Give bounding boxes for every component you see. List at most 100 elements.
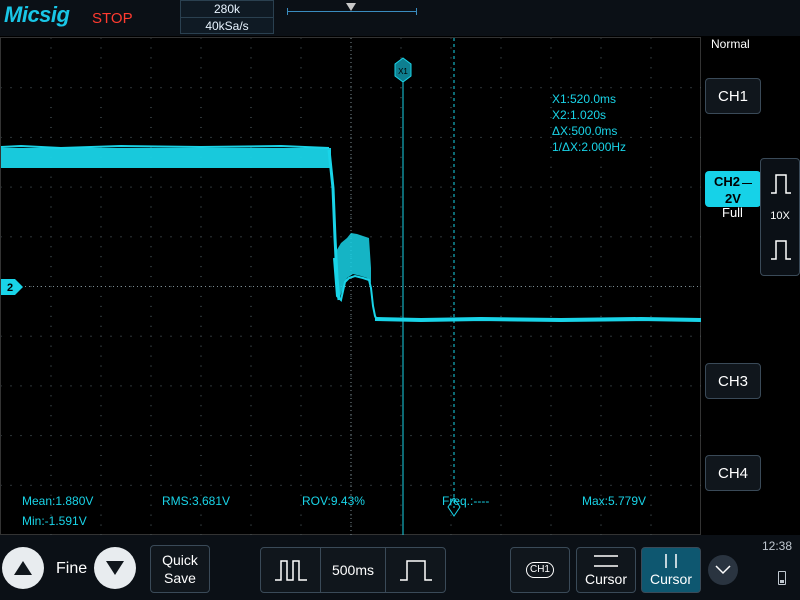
grid-dot: [50, 266, 52, 268]
grid-dot: [50, 375, 52, 377]
grid-dot: [400, 335, 402, 337]
cursor-source-button[interactable]: CH1: [510, 547, 570, 593]
grid-dot: [530, 87, 532, 89]
grid-dot: [100, 385, 102, 387]
grid-dot: [550, 454, 552, 456]
grid-dot: [50, 67, 52, 69]
grid-dot: [210, 335, 212, 337]
grid-dot: [650, 454, 652, 456]
grid-dot: [650, 286, 652, 287]
timebase-value[interactable]: 500ms: [321, 548, 385, 592]
waveform-display[interactable]: X1 2 X1:520.0ms X2:1.020s ΔX:500.0ms 1/Δ…: [0, 37, 701, 535]
trigger-mode[interactable]: Normal: [711, 37, 750, 51]
grid-dot: [570, 87, 572, 89]
grid-dot: [550, 335, 552, 337]
grid-dot: [410, 484, 412, 486]
grid-dot: [600, 236, 602, 238]
grid-dot: [500, 196, 502, 198]
fine-label[interactable]: Fine: [56, 560, 87, 578]
grid-dot: [650, 216, 652, 218]
grid-dot: [250, 117, 252, 119]
vertical-cursor-button[interactable]: Cursor: [641, 547, 701, 593]
grid-dot: [500, 335, 502, 337]
grid-dot: [230, 286, 232, 287]
grid-dot: [140, 484, 142, 486]
grid-dot: [550, 216, 552, 218]
channel1-button[interactable]: CH1: [705, 78, 761, 114]
grid-dot: [1, 335, 2, 337]
rising-edge-icon[interactable]: [770, 173, 792, 195]
grid-dot: [440, 136, 442, 138]
grid-dot: [650, 126, 652, 128]
grid-dot: [100, 67, 102, 69]
grid-dot: [330, 335, 332, 337]
grid-dot: [220, 236, 222, 238]
memory-timeline[interactable]: [287, 3, 417, 15]
timebase-decrease-button[interactable]: [261, 548, 321, 592]
grid-dot: [310, 186, 312, 188]
grid-dot: [640, 136, 642, 138]
grid-dot: [570, 186, 572, 188]
grid-dot: [670, 236, 672, 238]
grid-dot: [670, 335, 672, 337]
grid-dot: [250, 38, 252, 39]
up-button[interactable]: [2, 547, 44, 589]
acquisition-info[interactable]: 280k 40kSa/s: [180, 0, 274, 34]
grid-dot: [500, 504, 502, 506]
grid-dot: [690, 136, 692, 138]
falling-edge-icon[interactable]: [770, 239, 792, 261]
collapse-menu-button[interactable]: [708, 555, 738, 585]
grid-dot: [500, 226, 502, 228]
grid-dot: [630, 484, 632, 486]
grid-dot: [270, 87, 272, 89]
probe-ratio[interactable]: 10X: [761, 210, 799, 222]
grid-dot: [590, 385, 592, 387]
grid-dot: [160, 335, 162, 337]
grid-dot: [500, 206, 502, 208]
grid-dot: [600, 365, 602, 367]
grid-dot: [650, 484, 652, 486]
grid-dot: [90, 484, 92, 486]
channel2-button[interactable]: CH2— 2V: [705, 171, 761, 207]
grid-dot: [250, 494, 252, 496]
grid-dot: [200, 325, 202, 327]
timebase-increase-button[interactable]: [385, 548, 445, 592]
grid-dot: [230, 186, 232, 188]
grid-dot: [490, 136, 492, 138]
horizontal-cursor-button[interactable]: Cursor: [576, 547, 636, 593]
down-button[interactable]: [94, 547, 136, 589]
grid-dot: [500, 494, 502, 496]
grid-dot: [220, 335, 222, 337]
grid-dot: [500, 325, 502, 327]
grid-dot: [570, 236, 572, 238]
grid-dot: [560, 186, 562, 188]
grid-dot: [110, 87, 112, 89]
grid-dot: [640, 484, 642, 486]
grid-dot: [290, 286, 292, 287]
quick-save-button[interactable]: Quick Save: [150, 545, 210, 593]
grid-dot: [250, 435, 252, 437]
grid-dot: [530, 186, 532, 188]
grid-dot: [580, 435, 582, 437]
grid-dot: [510, 484, 512, 486]
grid-dot: [400, 97, 402, 99]
grid-dot: [550, 38, 552, 39]
grid-dot: [660, 186, 662, 188]
grid-dot: [410, 385, 412, 387]
grid-dot: [600, 295, 602, 297]
grid-dot: [610, 435, 612, 437]
trigger-edge-panel[interactable]: 10X: [760, 158, 800, 276]
grid-dot: [450, 176, 452, 178]
grid-dot: [300, 415, 302, 417]
grid-dot: [500, 365, 502, 367]
channel3-button[interactable]: CH3: [705, 363, 761, 399]
grid-dot: [600, 246, 602, 248]
grid-dot: [300, 67, 302, 69]
grid-dot: [600, 445, 602, 447]
grid-dot: [350, 415, 352, 417]
channel4-button[interactable]: CH4: [705, 455, 761, 491]
run-stop-status[interactable]: STOP: [92, 10, 133, 27]
grid-dot: [70, 87, 72, 89]
grid-dot: [180, 236, 182, 238]
cursor-x1-readout: X1:520.0ms: [552, 92, 616, 106]
